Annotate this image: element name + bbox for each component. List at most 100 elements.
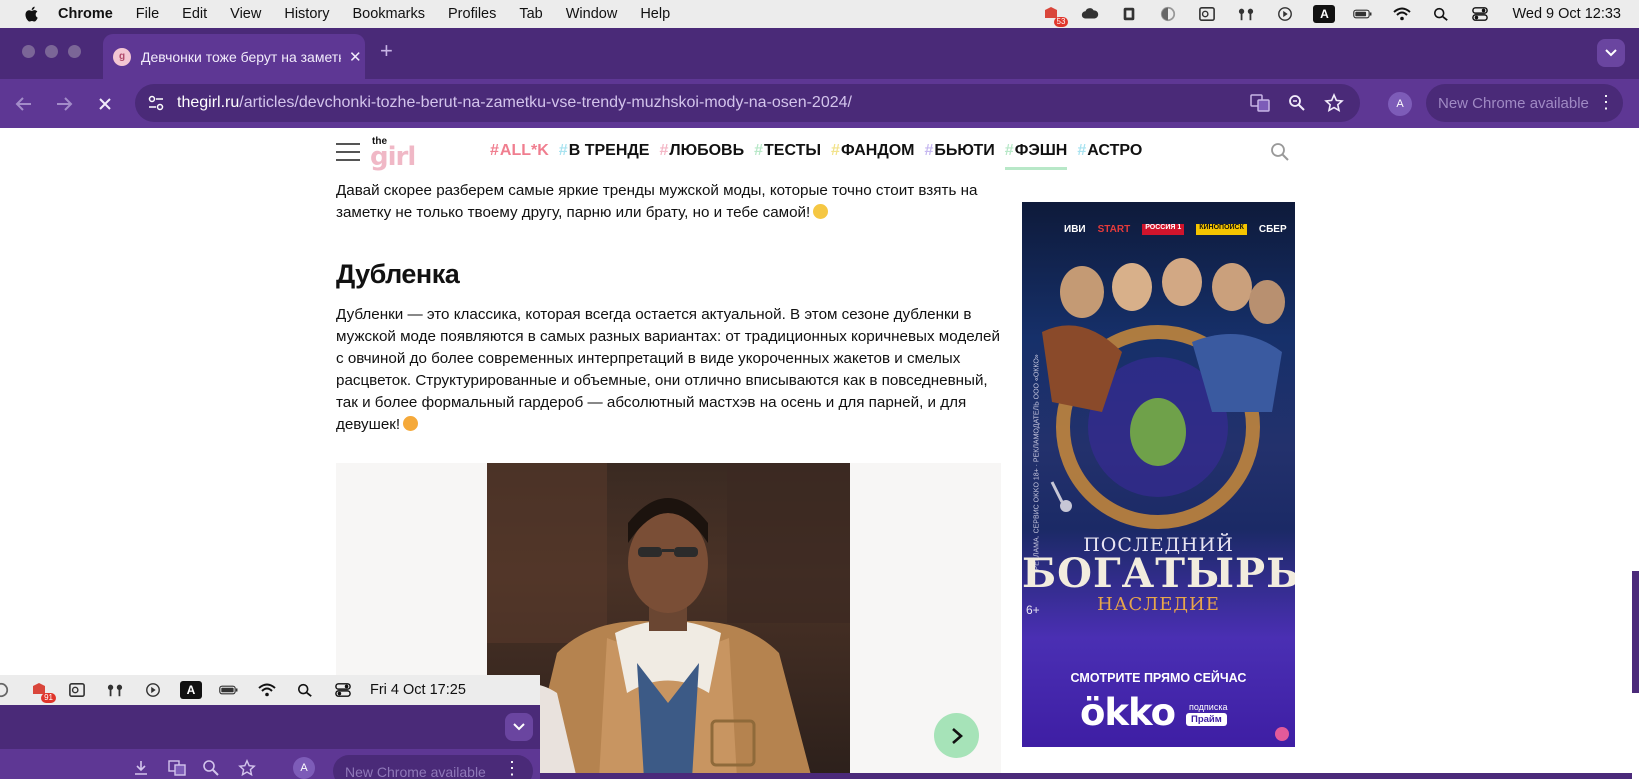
menu-app-name[interactable]: Chrome (58, 6, 113, 22)
airpods-icon[interactable] (1235, 5, 1257, 23)
overlay-airpods-icon[interactable] (104, 681, 126, 699)
nav-label: В ТРЕНДЕ (568, 142, 650, 159)
new-tab-icon[interactable]: + (380, 38, 393, 64)
nav-item-7[interactable]: #АСТРО (1077, 142, 1142, 160)
window-close-button[interactable] (22, 45, 35, 58)
update-label: New Chrome available (1438, 94, 1589, 112)
nav-item-1[interactable]: #В ТРЕНДЕ (559, 142, 650, 160)
mail-badge-icon[interactable]: 53 (1040, 5, 1069, 27)
chrome-update-button[interactable]: New Chrome available ⋮ (1426, 84, 1623, 122)
chrome-tab-strip: g Девчонки тоже берут на заметку ✕ + (0, 28, 1639, 79)
window-minimize-button[interactable] (45, 45, 58, 58)
site-logo[interactable]: the girl (370, 136, 426, 172)
menu-clock[interactable]: Wed 9 Oct 12:33 (1512, 6, 1621, 22)
ad-disclaimer: РЕКЛАМА. СЕРВИС OKKO 18+ · РЕКЛАМОДАТЕЛЬ… (1033, 354, 1041, 571)
menu-window[interactable]: Window (566, 6, 618, 22)
menu-view[interactable]: View (230, 6, 261, 22)
site-search-icon[interactable] (1270, 142, 1290, 162)
overlay-kebab-icon[interactable]: ⋮ (503, 758, 521, 779)
menu-bookmarks[interactable]: Bookmarks (352, 6, 425, 22)
menu-profiles[interactable]: Profiles (448, 6, 496, 22)
apple-icon[interactable] (22, 5, 42, 23)
nav-label: ALL*K (499, 142, 549, 159)
control-center-icon[interactable] (1469, 5, 1491, 23)
nav-item-2[interactable]: #ЛЮБОВЬ (659, 142, 744, 160)
sidebar-ad-banner[interactable]: ИВИ START РОССИЯ 1 КИНОПОИСК СБЕР РЕКЛАМ… (1022, 202, 1295, 747)
menu-help[interactable]: Help (640, 6, 670, 22)
ad-age-rating: 6+ (1026, 603, 1040, 617)
site-info-icon[interactable] (147, 94, 165, 112)
nav-item-5[interactable]: #БЬЮТИ (925, 142, 995, 160)
overlay-outlook-icon[interactable] (66, 681, 88, 699)
menu-history[interactable]: History (284, 6, 329, 22)
back-button[interactable] (12, 92, 36, 116)
hamburger-menu-icon[interactable] (336, 143, 360, 161)
nav-item-3[interactable]: #ТЕСТЫ (754, 142, 821, 160)
kebab-menu-icon[interactable]: ⋮ (1597, 92, 1615, 112)
bookmark-star-icon[interactable] (1323, 92, 1345, 114)
ad-brand-tier: Прайм (1186, 713, 1227, 726)
nav-item-6[interactable]: #ФЭШН (1004, 142, 1068, 170)
profile-avatar[interactable]: A (1388, 92, 1412, 116)
overlay-play-icon[interactable] (142, 681, 164, 699)
overlay-search-icon[interactable] (294, 681, 316, 699)
background-window-edge (1632, 128, 1639, 779)
translate-icon[interactable] (1249, 92, 1271, 114)
nav-item-0[interactable]: #ALL*K (490, 142, 549, 160)
ad-brand-logo: ökko (1080, 691, 1176, 734)
nav-hash: # (754, 142, 763, 159)
menu-status-area: 53 A Wed 9 Oct 12:33 (1040, 0, 1639, 28)
overlay-battery-icon[interactable] (218, 681, 240, 699)
active-tab[interactable]: g Девчонки тоже берут на заметку ✕ (103, 34, 365, 79)
url-path: /articles/devchonki-tozhe-berut-na-zamet… (239, 94, 852, 111)
overlay-zoom-icon[interactable] (202, 759, 220, 777)
wifi-icon[interactable] (1391, 5, 1413, 23)
cloud-icon[interactable] (1079, 5, 1101, 23)
chrome-toolbar: thegirl.ru/articles/devchonki-tozhe-beru… (0, 79, 1639, 128)
ad-partner-sber: СБЕР (1258, 224, 1287, 235)
battery-icon[interactable] (1352, 5, 1374, 23)
nav-item-4[interactable]: #ФАНДОМ (831, 142, 914, 160)
memory-chip-icon[interactable] (1118, 5, 1140, 23)
overlay-half-circle-icon[interactable] (0, 681, 12, 699)
overlay-control-center-icon[interactable] (332, 681, 354, 699)
overlay-translate-icon[interactable] (168, 759, 186, 777)
nav-label: ФЭШН (1014, 142, 1068, 159)
tab-close-icon[interactable]: ✕ (349, 48, 362, 66)
spotlight-search-icon[interactable] (1430, 5, 1452, 23)
nav-hash: # (924, 142, 934, 159)
overlay-clock[interactable]: Fri 4 Oct 17:25 (370, 682, 466, 698)
gallery-next-button[interactable] (934, 713, 979, 758)
forward-button[interactable] (52, 92, 76, 116)
ad-partner-russia1: РОССИЯ 1 (1142, 224, 1185, 235)
overlay-star-icon[interactable] (238, 759, 256, 777)
overlay-tab-search-button[interactable] (505, 713, 533, 741)
ad-marker-icon[interactable] (1275, 727, 1289, 741)
article-body: Дубленки — это классика, которая всегда … (336, 306, 1000, 433)
url-text[interactable]: thegirl.ru/articles/devchonki-tozhe-beru… (177, 94, 852, 112)
play-icon[interactable] (1274, 5, 1296, 23)
outlook-icon[interactable] (1196, 5, 1218, 23)
stop-loading-button[interactable] (93, 92, 117, 116)
overlay-input-source-icon[interactable]: A (180, 681, 202, 699)
zoom-icon[interactable] (1286, 92, 1308, 114)
overlay-download-icon[interactable] (132, 759, 150, 777)
overlay-menu-bar: 91 A Fri 4 Oct 17:25 (0, 675, 540, 705)
overlay-wifi-icon[interactable] (256, 681, 278, 699)
window-zoom-button[interactable] (68, 45, 81, 58)
overlay-update-button[interactable]: New Chrome available ⋮ (333, 755, 533, 779)
overlay-profile-avatar[interactable]: A (293, 757, 315, 779)
address-bar[interactable]: thegirl.ru/articles/devchonki-tozhe-beru… (135, 84, 1360, 122)
nav-hash: # (490, 142, 499, 159)
menu-file[interactable]: File (136, 6, 159, 22)
mail-badge-count: 53 (1053, 17, 1069, 27)
tab-search-button[interactable] (1597, 39, 1625, 67)
menu-edit[interactable]: Edit (182, 6, 207, 22)
top-nav: #ALL*K #В ТРЕНДЕ #ЛЮБОВЬ #ТЕСТЫ #ФАНДОМ #БЬЮТ… (490, 142, 1152, 170)
menu-tab[interactable]: Tab (519, 6, 542, 22)
overlay-mail-badge-icon[interactable]: 91 (28, 681, 56, 703)
input-source-icon[interactable]: A (1313, 5, 1336, 23)
overlay-toolbar: A New Chrome available ⋮ (0, 749, 540, 779)
nav-label: АСТРО (1087, 142, 1143, 159)
half-circle-icon[interactable] (1157, 5, 1179, 23)
